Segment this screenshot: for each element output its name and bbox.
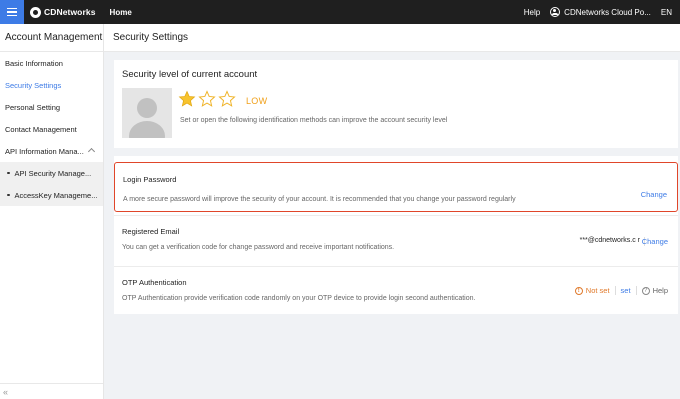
user-icon[interactable]	[550, 7, 561, 17]
otp-authentication-row: OTP Authentication OTP Authentication pr…	[114, 266, 678, 316]
bullet-icon	[7, 193, 10, 197]
language-switcher[interactable]: EN	[661, 8, 672, 17]
sidebar-item-contact-management[interactable]: Contact Management	[0, 118, 103, 140]
security-stars	[178, 90, 236, 108]
sidebar-title: Account Management	[0, 24, 103, 52]
user-account-menu[interactable]: CDNetworks Cloud Po...	[564, 8, 651, 17]
sidebar-item-accesskey[interactable]: AccessKey Manageme...	[0, 184, 103, 206]
sidebar-submenu: API Security Manage... AccessKey Managem…	[0, 162, 103, 206]
otp-description: OTP Authentication provide verification …	[122, 295, 476, 302]
menu-icon-bar	[7, 14, 17, 17]
security-level-description: Set or open the following identification…	[180, 117, 448, 124]
otp-set-link[interactable]: set	[621, 286, 631, 295]
registered-email-row: Registered Email You can get a verificat…	[114, 216, 678, 266]
security-level-title: Security level of current account	[122, 69, 258, 80]
avatar-head-shape	[137, 98, 157, 118]
nav-home-link[interactable]: Home	[110, 8, 132, 17]
star-empty-icon	[198, 90, 216, 107]
hamburger-menu-button[interactable]	[0, 0, 24, 24]
sidebar-collapse-button[interactable]: «	[0, 383, 103, 399]
menu-icon-bar	[7, 7, 17, 10]
registered-email-value: ***@cdnetworks.c r	[579, 237, 640, 244]
sidebar-item-security-settings[interactable]: Security Settings	[0, 74, 103, 96]
security-level-card: Security level of current account LOW Se…	[114, 60, 678, 148]
sidebar-item-basic-information[interactable]: Basic Information	[0, 52, 103, 74]
double-chevron-left-icon: «	[3, 386, 9, 397]
sidebar-item-label: AccessKey Manageme...	[14, 190, 98, 200]
change-password-link[interactable]: Change	[641, 190, 667, 199]
login-password-row: Login Password A more secure password wi…	[114, 162, 678, 212]
topbar-right-group: Help CDNetworks Cloud Po... EN	[524, 0, 680, 24]
otp-help-link[interactable]: Help	[653, 286, 668, 295]
chevron-up-icon	[87, 147, 96, 156]
sidebar-group-api-information[interactable]: API Information Mana...	[0, 140, 103, 162]
brand-logo[interactable]: CDNetworks	[30, 6, 96, 18]
change-email-link[interactable]: Change	[642, 237, 668, 246]
top-navigation-bar: CDNetworks Home Help CDNetworks Cloud Po…	[0, 0, 680, 24]
divider	[614, 286, 616, 295]
sidebar-item-personal-setting[interactable]: Personal Setting	[0, 96, 103, 118]
login-password-title: Login Password	[123, 175, 177, 184]
warning-icon: !	[574, 286, 583, 295]
sidebar-group-label: API Information Mana...	[5, 146, 84, 156]
sidebar: Account Management Basic Information Sec…	[0, 24, 104, 399]
sidebar-item-api-security[interactable]: API Security Manage...	[0, 162, 103, 184]
page-title: Security Settings	[104, 24, 680, 52]
otp-status: Not set	[585, 286, 610, 295]
help-circle-icon[interactable]: ?	[641, 286, 650, 295]
avatar	[122, 88, 172, 138]
login-password-description: A more secure password will improve the …	[123, 196, 516, 203]
security-level-badge: LOW	[246, 96, 268, 106]
star-empty-icon	[218, 90, 236, 107]
help-link[interactable]: Help	[524, 8, 540, 17]
registered-email-title: Registered Email	[122, 227, 180, 236]
brand-name: CDNetworks	[44, 7, 96, 17]
security-methods-card: Login Password A more secure password wi…	[114, 156, 678, 314]
otp-title: OTP Authentication	[122, 278, 187, 287]
avatar-body-shape	[129, 121, 165, 138]
menu-icon-bar	[7, 11, 17, 13]
sidebar-item-label: API Security Manage...	[14, 168, 92, 178]
logo-icon	[30, 6, 41, 18]
otp-actions: ! Not set set ? Help	[574, 286, 668, 295]
star-filled-icon	[178, 90, 196, 107]
bullet-icon	[7, 171, 10, 175]
divider	[635, 286, 637, 295]
registered-email-description: You can get a verification code for chan…	[122, 244, 395, 251]
